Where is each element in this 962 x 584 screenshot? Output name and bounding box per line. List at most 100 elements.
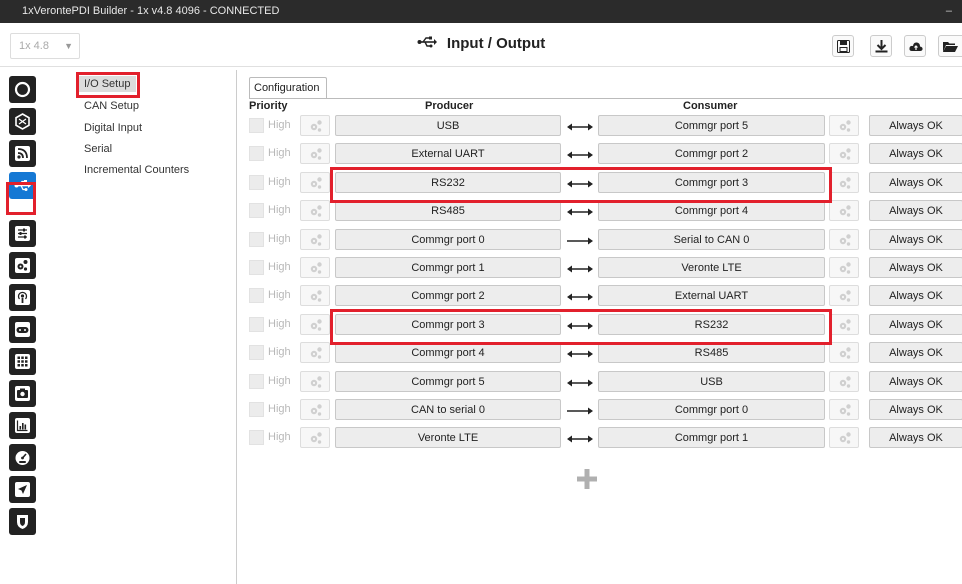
- producer-settings-button[interactable]: [300, 285, 330, 307]
- download-button[interactable]: [870, 35, 892, 57]
- consumer-settings-button[interactable]: [829, 171, 859, 193]
- high-priority-checkbox[interactable]: [249, 118, 264, 133]
- minimize-button[interactable]: –: [946, 0, 952, 23]
- plane-button[interactable]: [9, 476, 36, 503]
- producer-settings-button[interactable]: [300, 228, 330, 250]
- status-button[interactable]: Always OK: [869, 370, 962, 392]
- producer-settings-button[interactable]: [300, 370, 330, 392]
- consumer-button[interactable]: Commgr port 2: [598, 143, 825, 165]
- producer-settings-button[interactable]: [300, 200, 330, 222]
- podcast-button[interactable]: [9, 284, 36, 311]
- producer-button[interactable]: USB: [335, 115, 561, 136]
- hexagon-button[interactable]: [9, 108, 36, 135]
- high-priority-checkbox[interactable]: [249, 402, 264, 417]
- high-priority-checkbox[interactable]: [249, 260, 264, 275]
- sliders-button[interactable]: [9, 220, 36, 247]
- status-button[interactable]: Always OK: [869, 143, 962, 165]
- producer-settings-button[interactable]: [300, 115, 330, 136]
- producer-button[interactable]: Commgr port 4: [335, 342, 561, 364]
- consumer-button[interactable]: Veronte LTE: [598, 257, 825, 278]
- consumer-button[interactable]: Commgr port 0: [598, 399, 825, 420]
- status-button[interactable]: Always OK: [869, 427, 962, 449]
- radio-button[interactable]: [9, 140, 36, 167]
- high-priority-checkbox[interactable]: [249, 430, 264, 446]
- producer-button[interactable]: Commgr port 2: [335, 285, 561, 307]
- consumer-settings-button[interactable]: [829, 427, 859, 449]
- bidirectional-arrow-icon[interactable]: [567, 291, 593, 305]
- nav-item-digital-input[interactable]: Digital Input: [84, 122, 142, 134]
- chart-button[interactable]: [9, 412, 36, 439]
- high-priority-checkbox[interactable]: [249, 146, 264, 162]
- bidirectional-arrow-icon[interactable]: [567, 121, 593, 135]
- high-priority-checkbox[interactable]: [249, 316, 264, 332]
- producer-button[interactable]: Veronte LTE: [335, 427, 561, 449]
- high-priority-checkbox[interactable]: [249, 345, 264, 361]
- producer-settings-button[interactable]: [300, 257, 330, 278]
- consumer-settings-button[interactable]: [829, 257, 859, 278]
- producer-settings-button[interactable]: [300, 313, 330, 335]
- consumer-settings-button[interactable]: [829, 370, 859, 392]
- bidirectional-arrow-icon[interactable]: [567, 149, 593, 163]
- status-button[interactable]: Always OK: [869, 257, 962, 278]
- nav-item-incremental-counters[interactable]: Incremental Counters: [84, 164, 189, 176]
- consumer-settings-button[interactable]: [829, 143, 859, 165]
- consumer-button[interactable]: RS485: [598, 342, 825, 364]
- cogs-button[interactable]: [9, 252, 36, 279]
- right-arrow-icon[interactable]: [567, 405, 593, 419]
- tab-configuration[interactable]: Configuration: [249, 77, 327, 99]
- consumer-settings-button[interactable]: [829, 285, 859, 307]
- consumer-button[interactable]: Commgr port 1: [598, 427, 825, 449]
- high-priority-checkbox[interactable]: [249, 373, 264, 389]
- consumer-settings-button[interactable]: [829, 200, 859, 222]
- consumer-settings-button[interactable]: [829, 228, 859, 250]
- producer-button[interactable]: Commgr port 1: [335, 257, 561, 278]
- status-button[interactable]: Always OK: [869, 285, 962, 307]
- gauge-button[interactable]: [9, 444, 36, 471]
- bidirectional-arrow-icon[interactable]: [567, 377, 593, 391]
- bidirectional-arrow-icon[interactable]: [567, 263, 593, 277]
- producer-button[interactable]: Commgr port 0: [335, 228, 561, 250]
- producer-button[interactable]: Commgr port 5: [335, 370, 561, 392]
- consumer-settings-button[interactable]: [829, 399, 859, 420]
- producer-settings-button[interactable]: [300, 427, 330, 449]
- add-connection-button[interactable]: [577, 469, 597, 492]
- consumer-button[interactable]: External UART: [598, 285, 825, 307]
- bidirectional-arrow-icon[interactable]: [567, 433, 593, 447]
- nav-item-serial[interactable]: Serial: [84, 143, 112, 155]
- right-arrow-icon[interactable]: [567, 235, 593, 249]
- grid-button[interactable]: [9, 348, 36, 375]
- high-priority-checkbox[interactable]: [249, 231, 264, 247]
- status-button[interactable]: Always OK: [869, 171, 962, 193]
- consumer-settings-button[interactable]: [829, 115, 859, 136]
- status-button[interactable]: Always OK: [869, 200, 962, 222]
- high-priority-checkbox[interactable]: [249, 288, 264, 304]
- high-priority-checkbox[interactable]: [249, 203, 264, 219]
- producer-settings-button[interactable]: [300, 143, 330, 165]
- shield-button[interactable]: [9, 508, 36, 535]
- bidirectional-arrow-icon[interactable]: [567, 206, 593, 220]
- cloud-upload-button[interactable]: [904, 35, 926, 57]
- status-button[interactable]: Always OK: [869, 115, 962, 136]
- nav-item-can-setup[interactable]: CAN Setup: [84, 100, 139, 112]
- producer-settings-button[interactable]: [300, 171, 330, 193]
- producer-settings-button[interactable]: [300, 399, 330, 420]
- producer-button[interactable]: RS485: [335, 200, 561, 222]
- power-button[interactable]: [9, 76, 36, 103]
- high-priority-checkbox[interactable]: [249, 174, 264, 190]
- save-button[interactable]: [832, 35, 854, 57]
- producer-button[interactable]: CAN to serial 0: [335, 399, 561, 420]
- consumer-settings-button[interactable]: [829, 342, 859, 364]
- status-button[interactable]: Always OK: [869, 228, 962, 250]
- consumer-button[interactable]: Serial to CAN 0: [598, 228, 825, 250]
- gamepad-button[interactable]: [9, 316, 36, 343]
- consumer-settings-button[interactable]: [829, 313, 859, 335]
- camera-button[interactable]: [9, 380, 36, 407]
- consumer-button[interactable]: USB: [598, 370, 825, 392]
- consumer-button[interactable]: Commgr port 5: [598, 115, 825, 136]
- open-folder-button[interactable]: [938, 35, 962, 57]
- status-button[interactable]: Always OK: [869, 399, 962, 420]
- status-button[interactable]: Always OK: [869, 313, 962, 335]
- producer-button[interactable]: External UART: [335, 143, 561, 165]
- producer-settings-button[interactable]: [300, 342, 330, 364]
- bidirectional-arrow-icon[interactable]: [567, 348, 593, 362]
